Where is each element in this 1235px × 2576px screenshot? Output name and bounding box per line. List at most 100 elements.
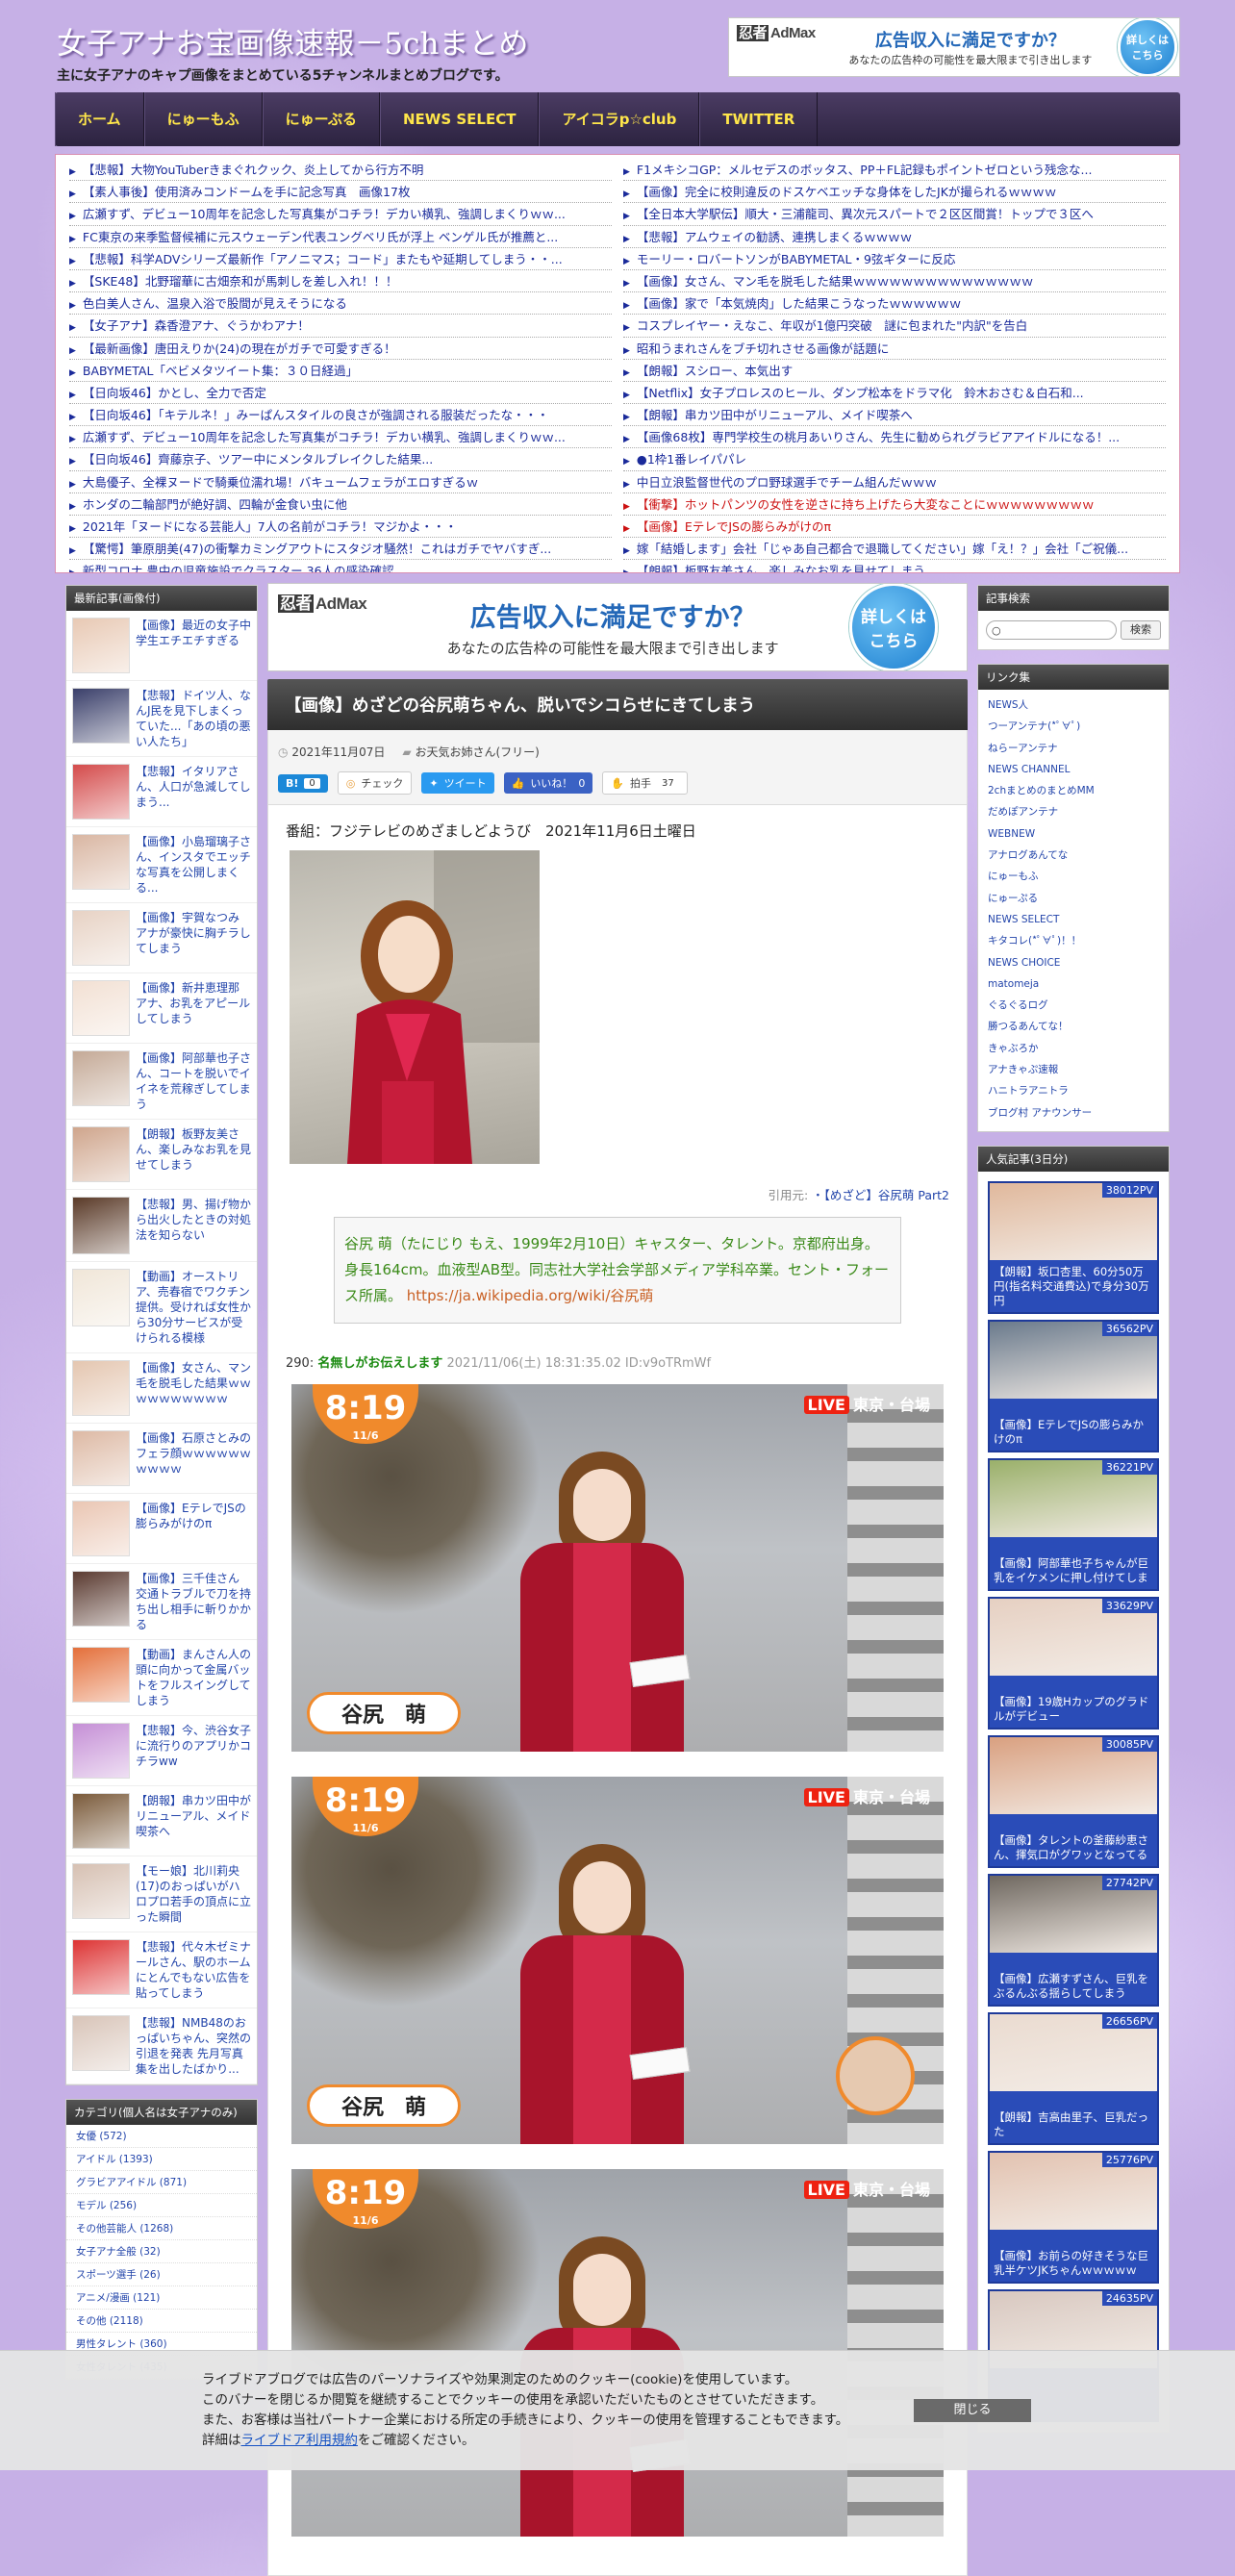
recent-article-item[interactable]: 【画像】女さん、マン毛を脱毛した結果ｗｗｗｗｗｗｗｗｗｗ <box>66 1353 257 1424</box>
recent-article-item[interactable]: 【朗報】串カツ田中がリニューアル、メイド喫茶へ <box>66 1786 257 1856</box>
recent-article-item[interactable]: 【悲報】今、渋谷女子に流行りのアプリかコチラww <box>66 1716 257 1786</box>
ticker-item[interactable]: ▶ 嫁「結婚します」会社「じゃあ自己都合で退職してください」嫁「え！？」会社「ご祝… <box>623 538 1166 561</box>
category-item[interactable]: アイドル (1393) <box>66 2148 257 2171</box>
ticker-item[interactable]: ▶ 【日向坂46】かとし、全力で否定 <box>69 382 612 405</box>
ticker-item[interactable]: ▶ 色白美人さん、温泉入浴で股間が見えそうになる <box>69 292 612 316</box>
ticker-item[interactable]: ▶ 【朗報】スシロー、本気出す <box>623 360 1166 382</box>
search-button[interactable]: 検索 <box>1121 620 1161 640</box>
popular-article[interactable]: 36221PV 【画像】阿部華也子ちゃんが巨乳をイケメンに押し付けてしま <box>988 1457 1159 1591</box>
category-item[interactable]: アニメ/漫画 (121) <box>66 2286 257 2310</box>
terms-link[interactable]: ライブドア利用規約 <box>241 2433 359 2448</box>
article-thumbnail[interactable] <box>72 1197 130 1254</box>
article-category[interactable]: ▰ お天気お姉さん(フリー) <box>402 744 539 760</box>
link-item[interactable]: 2chまとめのまとめMM <box>978 780 1169 801</box>
recent-article-item[interactable]: 【画像】最近の女子中学生エチエチすぎる <box>66 611 257 681</box>
popular-article[interactable]: 38012PV 【朗報】坂口杏里、60分50万円(指名料交通費込)で身分30万円 <box>988 1180 1159 1314</box>
ticker-item[interactable]: ▶ 【全日本大学駅伝】順大・三浦龍司、異次元スパートで２区区間賞！トップで３区へ <box>623 203 1166 226</box>
recent-article-item[interactable]: 【悲報】代々木ゼミナールさん、駅のホームにとんでもない広告を貼ってしまう <box>66 1932 257 2008</box>
link-item[interactable]: ハニトラアニトラ <box>978 1080 1169 1101</box>
recent-article-item[interactable]: 【朗報】板野友美さん、楽しみなお乳を見せてしまう <box>66 1120 257 1190</box>
article-thumbnail[interactable] <box>72 1793 130 1849</box>
nav-nyumofu[interactable]: にゅーもふ <box>143 92 263 146</box>
ticker-item[interactable]: ▶ 【画像】EテレでJSの膨らみがけのπ <box>623 516 1166 539</box>
link-item[interactable]: NEWS人 <box>978 695 1169 716</box>
search-input[interactable]: ○ <box>986 620 1117 640</box>
recent-article-item[interactable]: 【悲報】ドイツ人、なんJ民を見下しまくっていた...「あの頃の悪い人たち」 <box>66 681 257 757</box>
ticker-item[interactable]: ▶ コスプレイヤー・えなこ、年収が1億円突破 謎に包まれた"内訳"を告白 <box>623 315 1166 338</box>
recent-article-title[interactable]: 【悲報】代々木ゼミナールさん、駅のホームにとんでもない広告を貼ってしまう <box>136 1939 251 2001</box>
link-item[interactable]: キタコレ(*ﾟ∀ﾟ)！！ <box>978 930 1169 951</box>
link-item[interactable]: きゃぶろか <box>978 1038 1169 1059</box>
recent-article-title[interactable]: 【画像】阿部華也子さん、コートを脱いでイイネを荒稼ぎしてしまう <box>136 1050 251 1112</box>
recent-article-item[interactable]: 【画像】阿部華也子さん、コートを脱いでイイネを荒稼ぎしてしまう <box>66 1044 257 1120</box>
category-item[interactable]: その他芸能人 (1268) <box>66 2217 257 2240</box>
article-thumbnail[interactable] <box>72 2015 130 2071</box>
livedoor-check-button[interactable]: ◎ チェック <box>337 771 413 795</box>
ticker-item[interactable]: ▶ 【日向坂46】齊藤京子、ツアー中にメンタルブレイクした結果... <box>69 448 612 471</box>
recent-article-item[interactable]: 【悲報】男、揚げ物から出火したときの対処法を知らない <box>66 1190 257 1262</box>
recent-article-item[interactable]: 【動画】オーストリア、売春宿でワクチン提供。受ければ女性から30分サービスが受け… <box>66 1262 257 1353</box>
recent-article-title[interactable]: 【動画】まんさん人の頭に向かって金属バットをフルスイングしてしまう <box>136 1647 251 1708</box>
popular-article[interactable]: 30085PV 【画像】タレントの釜藤紗恵さん、揮気口がグワッとなってる <box>988 1734 1159 1868</box>
ticker-item[interactable]: ▶ 【悲報】科学ADVシリーズ最新作「アノニマス；コード」またもや延期してしまう・… <box>69 248 612 270</box>
ticker-item[interactable]: ▶ ●1枠1番レイパパレ <box>623 448 1166 471</box>
recent-article-title[interactable]: 【画像】女さん、マン毛を脱毛した結果ｗｗｗｗｗｗｗｗｗｗ <box>136 1360 251 1406</box>
ticker-item[interactable]: ▶ 広瀬すず、デビュー10周年を記念した写真集がコチラ！デカい横乳、強調しまくりｗ… <box>69 203 612 226</box>
ticker-item[interactable]: ▶ 【画像】家で「本気焼肉」した結果こうなったｗｗｗｗｗｗ <box>623 292 1166 316</box>
cookie-close-button[interactable]: 閉じる <box>914 2399 1031 2422</box>
popular-article[interactable]: 25776PV 【画像】お前らの好きそうな巨乳半ケツJKちゃんｗｗｗｗｗ <box>988 2150 1159 2284</box>
popular-article[interactable]: 36562PV 【画像】EテレでJSの膨らみかけのπ <box>988 1319 1159 1452</box>
link-item[interactable]: NEWS CHANNEL <box>978 759 1169 780</box>
recent-article-title[interactable]: 【動画】オーストリア、売春宿でワクチン提供。受ければ女性から30分サービスが受け… <box>136 1269 251 1346</box>
ticker-item[interactable]: ▶新型コロナ 豊中の児童施設でクラスター 36人の感染確認 <box>69 560 612 572</box>
link-item[interactable]: つーアンテナ(*ﾟ∀ﾟ) <box>978 716 1169 737</box>
wikipedia-link[interactable]: https://ja.wikipedia.org/wiki/谷尻萌 <box>407 1287 654 1304</box>
article-thumbnail[interactable] <box>72 1360 130 1416</box>
article-thumbnail[interactable] <box>72 834 130 890</box>
ticker-item[interactable]: ▶ F1メキシコGP：メルセデスのボッタス、PP＋FL記録もポイントゼロという残念… <box>623 159 1166 182</box>
recent-article-title[interactable]: 【画像】EテレでJSの膨らみがけのπ <box>136 1501 251 1531</box>
main-photo[interactable] <box>290 850 540 1164</box>
recent-article-title[interactable]: 【モー娘】北川莉央(17)のおっぱいがハロプロ若手の頂点に立った瞬間 <box>136 1863 251 1925</box>
ticker-item[interactable]: ▶ 広瀬すず、デビュー10周年を記念した写真集がコチラ！デカい横乳、強調しまくりｗ… <box>69 426 612 449</box>
ticker-item[interactable]: ▶ 【驚愕】筆原朋美(47)の衝撃カミングアウトにスタジオ騒然！これはガチでヤバす… <box>69 538 612 561</box>
recent-article-title[interactable]: 【画像】宇賀なつみアナが豪快に胸チラしてしまう <box>136 910 251 956</box>
ticker-item[interactable]: ▶ 昭和うまれさんをブチ切れさせる画像が話題に <box>623 338 1166 360</box>
ticker-item[interactable]: ▶ 【女子アナ】森香澄アナ、ぐうかわアナ！ <box>69 315 612 338</box>
tv-screenshot[interactable]: 8:19 11/6 LIVE 東京・台場 谷尻 萌 <box>291 1384 944 1752</box>
nav-home[interactable]: ホーム <box>55 92 144 146</box>
ticker-item[interactable]: ▶ 【Netflix】女子プロレスのヒール、ダンプ松本をドラマ化 鈴木おさむ＆白石… <box>623 382 1166 405</box>
recent-article-title[interactable]: 【朗報】串カツ田中がリニューアル、メイド喫茶へ <box>136 1793 251 1839</box>
site-title[interactable]: 女子アナお宝画像速報－5chまとめ <box>57 19 528 63</box>
ticker-item[interactable]: ▶ 【素人事後】使用済みコンドームを手に記念写真 画像17枚 <box>69 181 612 204</box>
article-thumbnail[interactable] <box>72 764 130 820</box>
ticker-item[interactable]: ▶ 【最新画像】唐田えりか(24)の現在がガチで可愛すぎる！ <box>69 338 612 360</box>
link-item[interactable]: アナきゃぷ速報 <box>978 1059 1169 1080</box>
nav-nyupuru[interactable]: にゅーぷる <box>262 92 380 146</box>
link-item[interactable]: matomeja <box>978 973 1169 995</box>
article-thumbnail[interactable] <box>72 1501 130 1556</box>
category-item[interactable]: スポーツ選手 (26) <box>66 2263 257 2286</box>
category-item[interactable]: グラビアアイドル (871) <box>66 2171 257 2194</box>
ticker-item[interactable]: ▶ 【日向坂46】「キテルネ！」みーぱんスタイルの良さが強調される服装だったな・・… <box>69 404 612 427</box>
link-item[interactable]: にゅーぷる <box>978 888 1169 909</box>
recent-article-item[interactable]: 【画像】新井恵理那アナ、お乳をアピールしてしまう <box>66 973 257 1044</box>
link-item[interactable]: ブログ村 アナウンサー <box>978 1102 1169 1124</box>
article-thumbnail[interactable] <box>72 1571 130 1627</box>
recent-article-item[interactable]: 【動画】まんさん人の頭に向かって金属バットをフルスイングしてしまう <box>66 1640 257 1716</box>
ticker-item[interactable]: ▶ 2021年「ヌードになる芸能人」7人の名前がコチラ！マジかよ・・・ <box>69 516 612 539</box>
tweet-button[interactable]: ✦ ツイート <box>421 772 494 794</box>
ticker-item[interactable]: ▶ 【悲報】アムウェイの勧誘、連携しまくるｗｗｗｗ <box>623 226 1166 248</box>
recent-article-title[interactable]: 【画像】石原さとみのフェラ顔ｗｗｗｗｗｗｗｗｗｗ <box>136 1430 251 1477</box>
recent-article-item[interactable]: 【画像】石原さとみのフェラ顔ｗｗｗｗｗｗｗｗｗｗ <box>66 1424 257 1494</box>
recent-article-item[interactable]: 【画像】宇賀なつみアナが豪快に胸チラしてしまう <box>66 903 257 973</box>
link-item[interactable]: にゅーもふ <box>978 866 1169 887</box>
recent-article-item[interactable]: 【画像】EテレでJSの膨らみがけのπ <box>66 1494 257 1564</box>
ticker-item[interactable]: ▶ ホンダの二輪部門が絶好調、四輪が金食い虫に他 <box>69 493 612 516</box>
recent-article-item[interactable]: 【悲報】イタリアさん、人口が急減してしまう... <box>66 757 257 827</box>
main-ad-banner[interactable]: 忍者 AdMax 広告収入に満足ですか？ あなたの広告枠の可能性を最大限まで引き出… <box>267 583 968 671</box>
recent-article-item[interactable]: 【悲報】NMB48のおっぱいちゃん、突然の引退を発表 先月写真集を出したばかり.… <box>66 2008 257 2084</box>
nav-twitter[interactable]: TWITTER <box>699 92 819 146</box>
ticker-item[interactable]: ▶ 中日立浪監督世代のプロ野球選手でチーム組んだｗｗｗ <box>623 471 1166 493</box>
ticker-item[interactable]: ▶ 【衝撃】ホットパンツの女性を逆さに持ち上げたら大変なことにｗｗｗｗｗｗｗｗｗ <box>623 493 1166 516</box>
